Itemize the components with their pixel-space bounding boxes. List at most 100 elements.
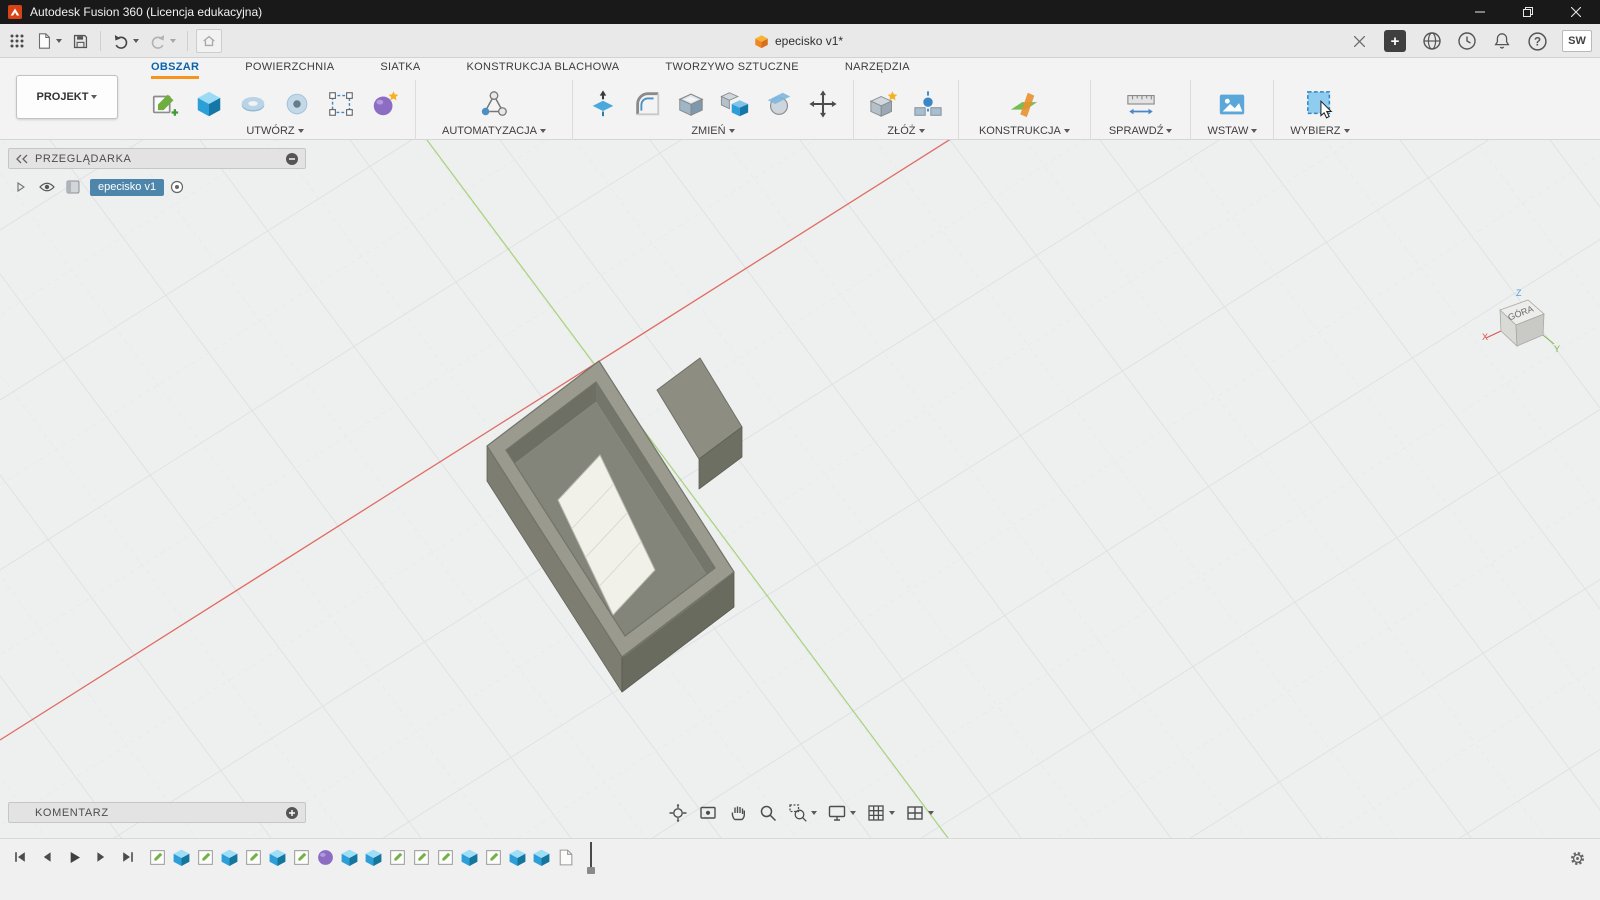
visibility-eye-icon[interactable] bbox=[38, 178, 56, 196]
close-document-button[interactable] bbox=[1348, 30, 1370, 52]
display-settings-tool[interactable] bbox=[823, 800, 860, 826]
axis-z-label: Z bbox=[1516, 288, 1522, 298]
split-body-tool[interactable] bbox=[761, 85, 797, 123]
insert-group-menu[interactable]: WSTAW bbox=[1207, 125, 1258, 137]
timeline-feature-sketch[interactable] bbox=[242, 844, 264, 870]
new-component-tool[interactable] bbox=[866, 85, 902, 123]
minimize-button[interactable] bbox=[1456, 0, 1504, 24]
timeline-marker[interactable] bbox=[586, 842, 596, 874]
tab-narzedzia[interactable]: NARZĘDZIA bbox=[845, 61, 910, 79]
step-forward-button[interactable] bbox=[89, 845, 113, 869]
document-tab[interactable]: epecisko v1* bbox=[744, 27, 853, 55]
automate-group-menu[interactable]: AUTOMATYZACJA bbox=[442, 125, 546, 137]
move-tool[interactable] bbox=[805, 85, 841, 123]
timeline-feature-extrude[interactable] bbox=[218, 844, 240, 870]
minimize-panel-icon[interactable] bbox=[283, 150, 301, 168]
collapse-panel-icon[interactable] bbox=[13, 150, 31, 168]
joint-tool[interactable] bbox=[910, 85, 946, 123]
play-button[interactable] bbox=[62, 845, 86, 869]
modify-group-menu[interactable]: ZMIEŃ bbox=[585, 125, 841, 137]
app-grid-menu-icon[interactable] bbox=[6, 28, 28, 54]
assemble-group-menu[interactable]: ZŁÓŻ bbox=[866, 125, 946, 137]
timeline-settings-gear[interactable] bbox=[1566, 847, 1588, 869]
press-pull-tool[interactable] bbox=[585, 85, 621, 123]
pan-tool[interactable] bbox=[724, 800, 752, 826]
construction-plane-tool[interactable] bbox=[1006, 85, 1042, 123]
timeline-feature-sketch[interactable] bbox=[290, 844, 312, 870]
add-comment-icon[interactable] bbox=[283, 804, 301, 822]
timeline-feature-sketch[interactable] bbox=[434, 844, 456, 870]
app-title: Autodesk Fusion 360 (Licencja edukacyjna… bbox=[30, 5, 263, 19]
timeline-feature-extrude[interactable] bbox=[458, 844, 480, 870]
group-inspect: SPRAWDŹ bbox=[1091, 80, 1192, 140]
look-at-tool[interactable] bbox=[694, 800, 722, 826]
browser-root-item[interactable]: epecisko v1 bbox=[90, 178, 165, 196]
group-construct: KONSTRUKCJA bbox=[959, 80, 1091, 140]
project-menu-button[interactable]: PROJEKT bbox=[16, 75, 118, 119]
expand-arrow-icon[interactable] bbox=[12, 178, 30, 196]
create-group-menu[interactable]: UTWÓRZ bbox=[147, 125, 403, 137]
inspect-group-menu[interactable]: SPRAWDŹ bbox=[1109, 125, 1173, 137]
timeline-feature-extrude[interactable] bbox=[362, 844, 384, 870]
orbit-tool[interactable] bbox=[664, 800, 692, 826]
timeline-feature-extrude[interactable] bbox=[530, 844, 552, 870]
comments-bar[interactable]: KOMENTARZ bbox=[8, 802, 306, 823]
redo-button[interactable] bbox=[146, 28, 179, 54]
tab-obszar[interactable]: OBSZAR bbox=[151, 61, 200, 79]
tab-powierzchnia[interactable]: POWIERZCHNIA bbox=[245, 61, 334, 79]
measure-tool[interactable] bbox=[1123, 85, 1159, 123]
timeline-feature-sketch[interactable] bbox=[386, 844, 408, 870]
combine-tool[interactable] bbox=[717, 85, 753, 123]
activate-component-radio-icon[interactable] bbox=[168, 178, 186, 196]
select-tool[interactable] bbox=[1302, 85, 1338, 123]
notifications-bell-icon[interactable] bbox=[1490, 29, 1514, 53]
undo-button[interactable] bbox=[109, 28, 142, 54]
create-sketch-tool[interactable] bbox=[147, 85, 183, 123]
extrude-tool[interactable] bbox=[191, 85, 227, 123]
recent-activity-icon[interactable] bbox=[1455, 29, 1479, 53]
timeline-feature-form[interactable] bbox=[314, 844, 336, 870]
browser-root-row[interactable]: epecisko v1 bbox=[8, 176, 306, 198]
construct-group-menu[interactable]: KONSTRUKCJA bbox=[979, 125, 1070, 137]
browser-panel-header[interactable]: PRZEGLĄDARKA bbox=[8, 148, 306, 169]
pattern-tool[interactable] bbox=[323, 85, 359, 123]
go-to-start-button[interactable] bbox=[8, 845, 32, 869]
timeline-feature-sketch[interactable] bbox=[410, 844, 432, 870]
maximize-button[interactable] bbox=[1504, 0, 1552, 24]
close-button[interactable] bbox=[1552, 0, 1600, 24]
timeline-feature-sketch[interactable] bbox=[482, 844, 504, 870]
go-to-end-button[interactable] bbox=[116, 845, 140, 869]
viewports-tool[interactable] bbox=[901, 800, 938, 826]
zoom-tool[interactable] bbox=[754, 800, 782, 826]
tab-siatka[interactable]: SIATKA bbox=[380, 61, 420, 79]
insert-canvas-tool[interactable] bbox=[1214, 85, 1250, 123]
hole-tool[interactable] bbox=[279, 85, 315, 123]
job-status-icon[interactable] bbox=[1420, 29, 1444, 53]
help-icon[interactable]: ? bbox=[1525, 29, 1549, 53]
new-document-tab-button[interactable]: + bbox=[1384, 30, 1406, 52]
timeline-feature-extrude[interactable] bbox=[170, 844, 192, 870]
timeline-feature-extrude[interactable] bbox=[338, 844, 360, 870]
tab-tworzywo-sztuczne[interactable]: TWORZYWO SZTUCZNE bbox=[665, 61, 798, 79]
scripts-addins-tool[interactable] bbox=[476, 85, 512, 123]
timeline-feature-sketch[interactable] bbox=[146, 844, 168, 870]
user-avatar[interactable]: SW bbox=[1562, 30, 1592, 52]
save-button[interactable] bbox=[69, 28, 92, 54]
grid-snap-settings-tool[interactable] bbox=[862, 800, 899, 826]
timeline-feature-extrude[interactable] bbox=[506, 844, 528, 870]
timeline-feature-page[interactable] bbox=[554, 844, 576, 870]
tab-konstrukcja-blachowa[interactable]: KONSTRUKCJA BLACHOWA bbox=[467, 61, 620, 79]
timeline-feature-extrude[interactable] bbox=[266, 844, 288, 870]
shell-tool[interactable] bbox=[673, 85, 709, 123]
timeline-feature-sketch[interactable] bbox=[194, 844, 216, 870]
step-back-button[interactable] bbox=[35, 845, 59, 869]
revolve-tool[interactable] bbox=[235, 85, 271, 123]
create-form-tool[interactable] bbox=[367, 85, 403, 123]
file-menu-button[interactable] bbox=[32, 28, 65, 54]
select-group-menu[interactable]: WYBIERZ bbox=[1290, 125, 1350, 137]
fillet-tool[interactable] bbox=[629, 85, 665, 123]
home-view-button[interactable] bbox=[196, 29, 222, 53]
zoom-window-tool[interactable] bbox=[784, 800, 821, 826]
viewport-canvas[interactable]: GÓRA X Y Z bbox=[0, 140, 1600, 838]
viewcube[interactable]: GÓRA X Y Z bbox=[1476, 286, 1562, 372]
